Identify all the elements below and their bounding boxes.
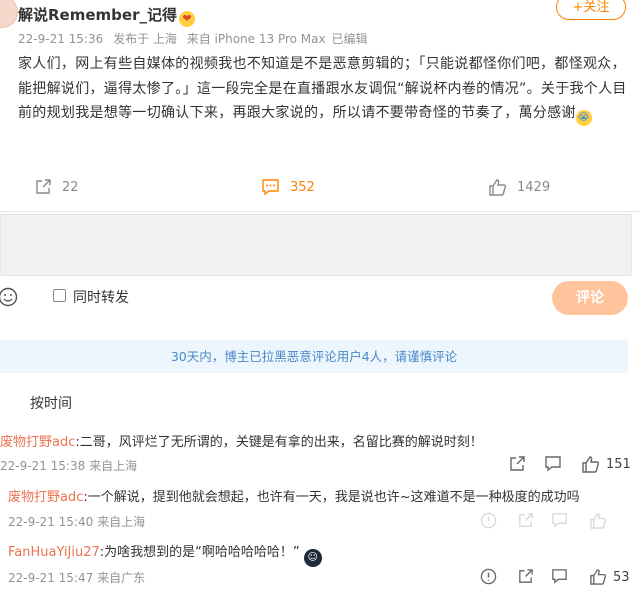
comment-time: 22-9-21 15:40	[8, 515, 94, 529]
comment-author[interactable]: 废物打野adc	[0, 435, 75, 450]
comment-body: :一个解说，提到他就会想起，也许有一天，我是说也许~这难道不是一种极度的成功吗	[83, 490, 580, 505]
comment-body: :二哥，风评烂了无所谓的，关键是有拿的出来，名留比赛的解说时刻！	[75, 435, 483, 450]
comment-icon	[262, 179, 279, 196]
comment-body: :为啥我想到的是“啊哈哈哈哈哈！”	[99, 545, 300, 560]
comment-time: 22-9-21 15:47	[8, 571, 94, 585]
emoji-picker-icon[interactable]	[0, 287, 18, 307]
share-icon[interactable]	[508, 455, 526, 473]
crying-emoji-icon: 😭	[575, 110, 592, 126]
edited-badge: 已编辑	[331, 32, 368, 46]
post-text: 家人们，网上有些自媒体的视频我也不知道是不是恶意剪辑的；「只能说都怪你们吧，都怪…	[18, 56, 627, 121]
share-icon[interactable]	[517, 512, 534, 529]
post-device: 来自 iPhone 13 Pro Max	[186, 32, 326, 46]
comment-text: 废物打野adc:一个解说，提到他就会想起，也许有一天，我是说也许~这难道不是一种…	[8, 486, 580, 505]
repost-icon	[36, 179, 51, 194]
like-count: 1429	[517, 179, 551, 195]
thumbs-up-icon[interactable]	[589, 512, 607, 529]
divider	[0, 211, 640, 212]
comment-meta: 22-9-21 15:38 来自上海	[0, 457, 137, 474]
reply-icon[interactable]	[551, 512, 568, 529]
repost-count: 22	[62, 179, 79, 195]
reply-icon[interactable]	[551, 568, 568, 585]
post-author-name[interactable]: 解说Remember_记得	[18, 6, 177, 24]
post-meta: 22-9-21 15:36 发布于 上海 来自 iPhone 13 Pro Ma…	[18, 30, 373, 47]
thumbs-up-icon	[489, 179, 507, 196]
comment-button[interactable]: 352	[261, 178, 315, 196]
comment-like-count: 53	[613, 570, 630, 585]
comment-text: FanHuaYiJiu27:为啥我想到的是“啊哈哈哈哈哈！” ☺	[8, 541, 322, 567]
thumbs-up-icon[interactable]	[581, 455, 600, 473]
comment-meta: 22-9-21 15:40 来自上海	[8, 513, 145, 530]
comment-source: 来自广东	[97, 571, 146, 585]
sticker-emoji-icon: ☺	[303, 549, 322, 567]
thumbs-up-icon[interactable]	[589, 568, 607, 585]
comment-count: 352	[290, 179, 315, 195]
post-content: 家人们，网上有些自媒体的视频我也不知道是不是恶意剪辑的；「只能说都怪你们吧，都怪…	[18, 52, 630, 126]
comment-author[interactable]: FanHuaYiJiu27	[8, 545, 100, 560]
sort-by-time-tab[interactable]: 按时间	[30, 393, 72, 413]
post-author[interactable]: 解说Remember_记得 ❤	[18, 4, 195, 27]
blocked-users-notice: 30天内，博主已拉黑恶意评论用户4人，请谨慎评论	[0, 340, 628, 373]
follow-button[interactable]: +关注	[556, 0, 626, 20]
comment-text: 废物打野adc:二哥，风评烂了无所谓的，关键是有拿的出来，名留比赛的解说时刻！	[0, 431, 483, 450]
heart-eyes-emoji-icon: ❤	[178, 11, 195, 27]
like-button[interactable]: 1429	[488, 178, 550, 196]
comment-time: 22-9-21 15:38	[0, 459, 86, 473]
comment-source: 来自上海	[97, 515, 146, 529]
comment-source: 来自上海	[89, 459, 138, 473]
avatar[interactable]	[0, 0, 18, 28]
comment-author[interactable]: 废物打野adc	[8, 490, 83, 505]
comment-meta: 22-9-21 15:47 来自广东	[8, 569, 145, 586]
submit-comment-button[interactable]: 评论	[552, 281, 628, 315]
comment-input[interactable]	[0, 214, 632, 276]
comment-like-count: 151	[606, 457, 631, 472]
share-icon[interactable]	[517, 568, 534, 585]
post-time[interactable]: 22-9-21 15:36	[18, 32, 103, 46]
repost-button[interactable]: 22	[34, 178, 79, 196]
reply-icon[interactable]	[544, 455, 562, 473]
repost-checkbox[interactable]	[53, 289, 66, 302]
report-icon[interactable]	[480, 512, 497, 529]
report-icon[interactable]	[480, 568, 497, 585]
repost-checkbox-label[interactable]: 同时转发	[73, 287, 129, 307]
post-location: 发布于 上海	[113, 32, 177, 46]
